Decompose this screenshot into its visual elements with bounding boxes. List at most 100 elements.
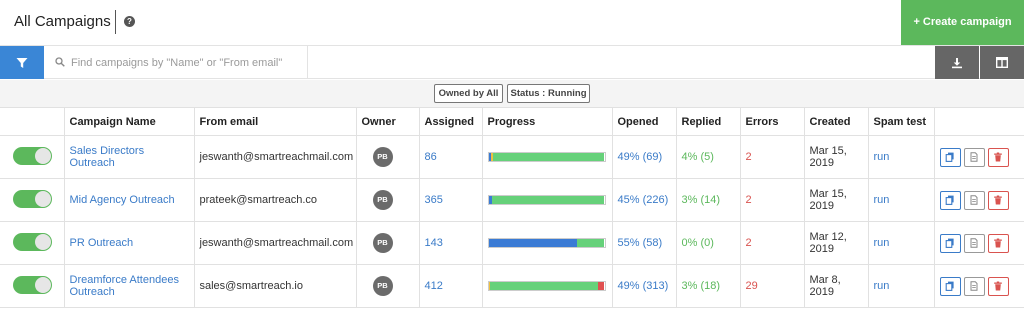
- campaign-name-link[interactable]: Sales Directors Outreach: [70, 145, 145, 169]
- copy-icon: [945, 152, 954, 162]
- status-filter[interactable]: Status : Running: [507, 84, 590, 103]
- opened-stat[interactable]: 55% (58): [618, 237, 663, 249]
- from-email: jeswanth@smartreachmail.com: [199, 151, 354, 163]
- copy-button[interactable]: [939, 190, 961, 210]
- owner-avatar: PB: [372, 147, 393, 167]
- trash-icon: [994, 281, 1002, 291]
- col-header-errors[interactable]: Errors: [739, 107, 805, 136]
- download-icon: [952, 57, 962, 68]
- delete-button[interactable]: [987, 233, 1009, 253]
- table-row: Mid Agency Outreach prateek@smartreach.c…: [0, 178, 1024, 222]
- spam-test-link[interactable]: run: [874, 194, 890, 206]
- campaign-name-link[interactable]: Dreamforce Attendees Outreach: [70, 274, 179, 298]
- assigned-count[interactable]: 143: [425, 237, 443, 249]
- filter-icon: [16, 57, 28, 68]
- from-email: prateek@smartreach.co: [199, 194, 318, 206]
- view-button[interactable]: [963, 190, 985, 210]
- campaign-toggle[interactable]: [13, 189, 52, 208]
- create-campaign-button[interactable]: + Create campaign: [901, 0, 1024, 45]
- col-header-assigned[interactable]: Assigned: [418, 107, 483, 136]
- delete-button[interactable]: [987, 147, 1009, 167]
- col-header-toggle: [0, 107, 65, 136]
- errors-count[interactable]: 2: [746, 237, 752, 249]
- document-icon: [970, 195, 978, 205]
- filter-button[interactable]: [0, 46, 44, 79]
- trash-icon: [994, 238, 1002, 248]
- replied-stat[interactable]: 3% (14): [682, 194, 721, 206]
- page-title: All Campaigns: [14, 13, 111, 30]
- col-header-actions: [933, 107, 1024, 136]
- assigned-count[interactable]: 412: [425, 280, 443, 292]
- copy-button[interactable]: [939, 147, 961, 167]
- search-wrapper: [45, 46, 308, 79]
- col-header-created[interactable]: Created: [803, 107, 869, 136]
- replied-stat[interactable]: 4% (5): [682, 151, 714, 163]
- table-row: PR Outreach jeswanth@smartreachmail.com …: [0, 221, 1024, 265]
- view-button[interactable]: [963, 147, 985, 167]
- replied-stat[interactable]: 3% (18): [682, 280, 721, 292]
- copy-button[interactable]: [939, 233, 961, 253]
- opened-stat[interactable]: 49% (69): [618, 151, 663, 163]
- from-email: sales@smartreach.io: [199, 280, 303, 292]
- table-header-row: Campaign Name From email Owner Assigned …: [0, 107, 1024, 136]
- trash-icon: [994, 195, 1002, 205]
- errors-count[interactable]: 2: [746, 194, 752, 206]
- spam-test-link[interactable]: run: [874, 151, 890, 163]
- progress-bar: [487, 238, 606, 248]
- question-circle-icon[interactable]: ?: [124, 16, 135, 27]
- campaign-name-link[interactable]: Mid Agency Outreach: [70, 194, 175, 206]
- view-button[interactable]: [963, 233, 985, 253]
- row-actions: [939, 276, 1020, 296]
- campaign-toggle[interactable]: [13, 275, 52, 294]
- campaigns-table-wrapper: Campaign Name From email Owner Assigned …: [0, 107, 1024, 308]
- spam-test-link[interactable]: run: [874, 280, 890, 292]
- table-row: Dreamforce Attendees Outreach sales@smar…: [0, 264, 1024, 308]
- delete-button[interactable]: [987, 190, 1009, 210]
- row-actions: [939, 190, 1020, 210]
- assigned-count[interactable]: 365: [425, 194, 443, 206]
- progress-bar: [487, 281, 606, 291]
- owned-by-filter[interactable]: Owned by All: [434, 84, 503, 103]
- top-bar: All Campaigns ? + Create campaign: [0, 0, 1024, 45]
- search-bar: [0, 45, 1024, 79]
- copy-icon: [945, 238, 954, 248]
- table-row: Sales Directors Outreach jeswanth@smartr…: [0, 135, 1024, 179]
- assigned-count[interactable]: 86: [425, 151, 437, 163]
- col-header-name[interactable]: Campaign Name: [63, 107, 195, 136]
- errors-count[interactable]: 29: [746, 280, 758, 292]
- col-header-progress: Progress: [481, 107, 613, 136]
- title-divider: [115, 10, 116, 34]
- spam-test-link[interactable]: run: [874, 237, 890, 249]
- search-input[interactable]: [71, 54, 301, 71]
- download-button[interactable]: [935, 46, 979, 79]
- delete-button[interactable]: [987, 276, 1009, 296]
- col-header-opened[interactable]: Opened: [611, 107, 677, 136]
- owner-avatar: PB: [372, 276, 393, 296]
- progress-segment: [597, 282, 605, 290]
- document-icon: [970, 281, 978, 291]
- view-button[interactable]: [963, 276, 985, 296]
- col-header-replied[interactable]: Replied: [675, 107, 741, 136]
- campaign-toggle[interactable]: [13, 146, 52, 165]
- opened-stat[interactable]: 45% (226): [618, 194, 669, 206]
- col-header-from-email[interactable]: From email: [193, 107, 357, 136]
- columns-icon: [996, 57, 1008, 68]
- document-icon: [970, 152, 978, 162]
- campaign-toggle[interactable]: [13, 232, 52, 251]
- progress-segment: [491, 196, 605, 204]
- created-date: Mar 15, 2019: [809, 145, 847, 169]
- progress-segment: [489, 282, 598, 290]
- campaigns-table: Campaign Name From email Owner Assigned …: [0, 107, 1024, 308]
- replied-stat[interactable]: 0% (0): [682, 237, 714, 249]
- progress-bar: [487, 152, 606, 162]
- row-actions: [939, 147, 1020, 167]
- copy-button[interactable]: [939, 276, 961, 296]
- created-date: Mar 8, 2019: [809, 274, 841, 298]
- search-icon: [55, 57, 65, 67]
- campaign-name-link[interactable]: PR Outreach: [70, 237, 134, 249]
- errors-count[interactable]: 2: [746, 151, 752, 163]
- columns-button[interactable]: [980, 46, 1024, 79]
- opened-stat[interactable]: 49% (313): [618, 280, 669, 292]
- copy-icon: [945, 281, 954, 291]
- col-header-owner[interactable]: Owner: [355, 107, 420, 136]
